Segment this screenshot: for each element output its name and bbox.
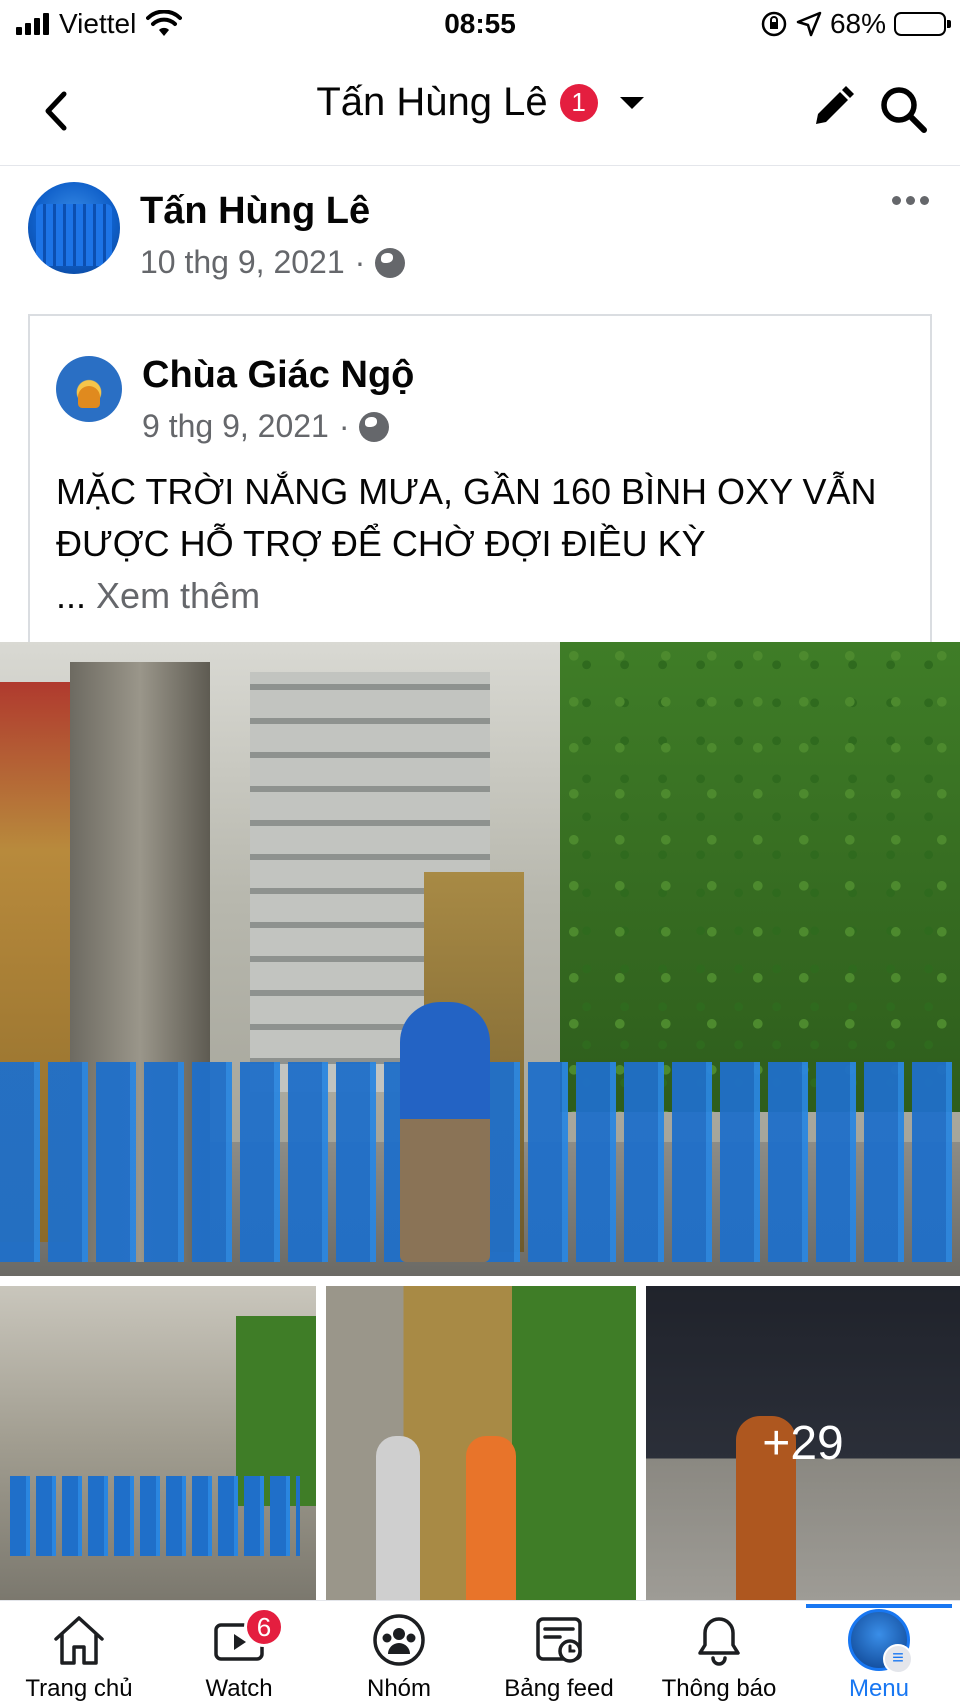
tab-groups[interactable]: Nhóm	[324, 1609, 474, 1706]
home-icon	[54, 1616, 104, 1665]
page-title: Tấn Hùng Lê	[316, 80, 548, 124]
tab-notifications[interactable]: Thông báo	[644, 1609, 794, 1706]
feed-icon	[536, 1617, 582, 1663]
shared-post-text: MẶC TRỜI NẮNG MƯA, GẦN 160 BÌNH OXY VẪN …	[56, 466, 916, 622]
tab-home[interactable]: Trang chủ	[4, 1609, 154, 1706]
post-date[interactable]: 10 thg 9, 2021	[140, 244, 345, 281]
watch-badge: 6	[244, 1607, 284, 1647]
shared-post-meta: 9 thg 9, 2021 ·	[142, 408, 390, 445]
menu-avatar-icon	[848, 1609, 913, 1674]
globe-icon	[359, 411, 390, 442]
tab-label: Bảng feed	[504, 1675, 614, 1702]
edit-button[interactable]	[808, 84, 856, 132]
tab-label: Watch	[205, 1675, 273, 1702]
shared-post-card[interactable]: Chùa Giác Ngộ 9 thg 9, 2021 · MẶC TRỜI N…	[28, 314, 932, 644]
tab-watch[interactable]: 6 Watch	[164, 1607, 314, 1706]
rotation-lock-icon	[761, 11, 787, 37]
more-photos-count: +29	[762, 1416, 844, 1470]
tab-label: Thông báo	[661, 1675, 777, 1702]
status-bar: Viettel 08:55 68%	[0, 0, 960, 50]
status-right: 68%	[760, 8, 951, 40]
see-more-link[interactable]: Xem thêm	[96, 575, 260, 616]
bottom-tab-bar: Trang chủ 6 Watch Nhóm Bảng feed Thông b…	[0, 1600, 960, 1706]
bell-icon	[698, 1617, 740, 1666]
groups-icon	[373, 1614, 425, 1666]
post-meta: 10 thg 9, 2021 ·	[140, 244, 406, 281]
location-arrow-icon	[796, 11, 822, 37]
post-body: MẶC TRỜI NẮNG MƯA, GẦN 160 BÌNH OXY VẪN …	[56, 471, 877, 564]
search-button[interactable]	[878, 84, 928, 134]
shared-post-date[interactable]: 9 thg 9, 2021	[142, 408, 329, 445]
battery-icon	[894, 12, 951, 36]
notification-badge: 1	[559, 83, 598, 122]
meta-separator: ·	[338, 408, 350, 444]
globe-icon	[375, 247, 406, 278]
chevron-down-icon	[619, 96, 644, 109]
shared-post-author[interactable]: Chùa Giác Ngộ	[142, 354, 414, 397]
tab-menu[interactable]: Menu	[804, 1609, 954, 1706]
main-photo[interactable]	[0, 642, 960, 1276]
battery-percent: 68%	[829, 8, 886, 39]
photo-thumbnail[interactable]	[326, 1286, 636, 1600]
tab-feeds[interactable]: Bảng feed	[484, 1609, 634, 1706]
active-tab-indicator	[806, 1604, 952, 1608]
tab-label: Nhóm	[366, 1675, 432, 1702]
meta-separator: ·	[354, 244, 366, 280]
photo-thumbnail[interactable]	[0, 1286, 316, 1600]
author-avatar[interactable]	[28, 182, 120, 274]
photo-thumbnail-more[interactable]: +29	[646, 1286, 960, 1600]
tab-label: Trang chủ	[25, 1675, 133, 1702]
ellipsis: ...	[56, 575, 87, 616]
tab-label: Menu	[848, 1675, 910, 1702]
post-author[interactable]: Tấn Hùng Lê	[140, 190, 370, 233]
top-nav: Tấn Hùng Lê 1	[0, 56, 960, 166]
photo-overlay: +29	[646, 1286, 960, 1600]
shared-author-avatar[interactable]	[56, 356, 122, 422]
more-options-button[interactable]	[892, 196, 929, 205]
